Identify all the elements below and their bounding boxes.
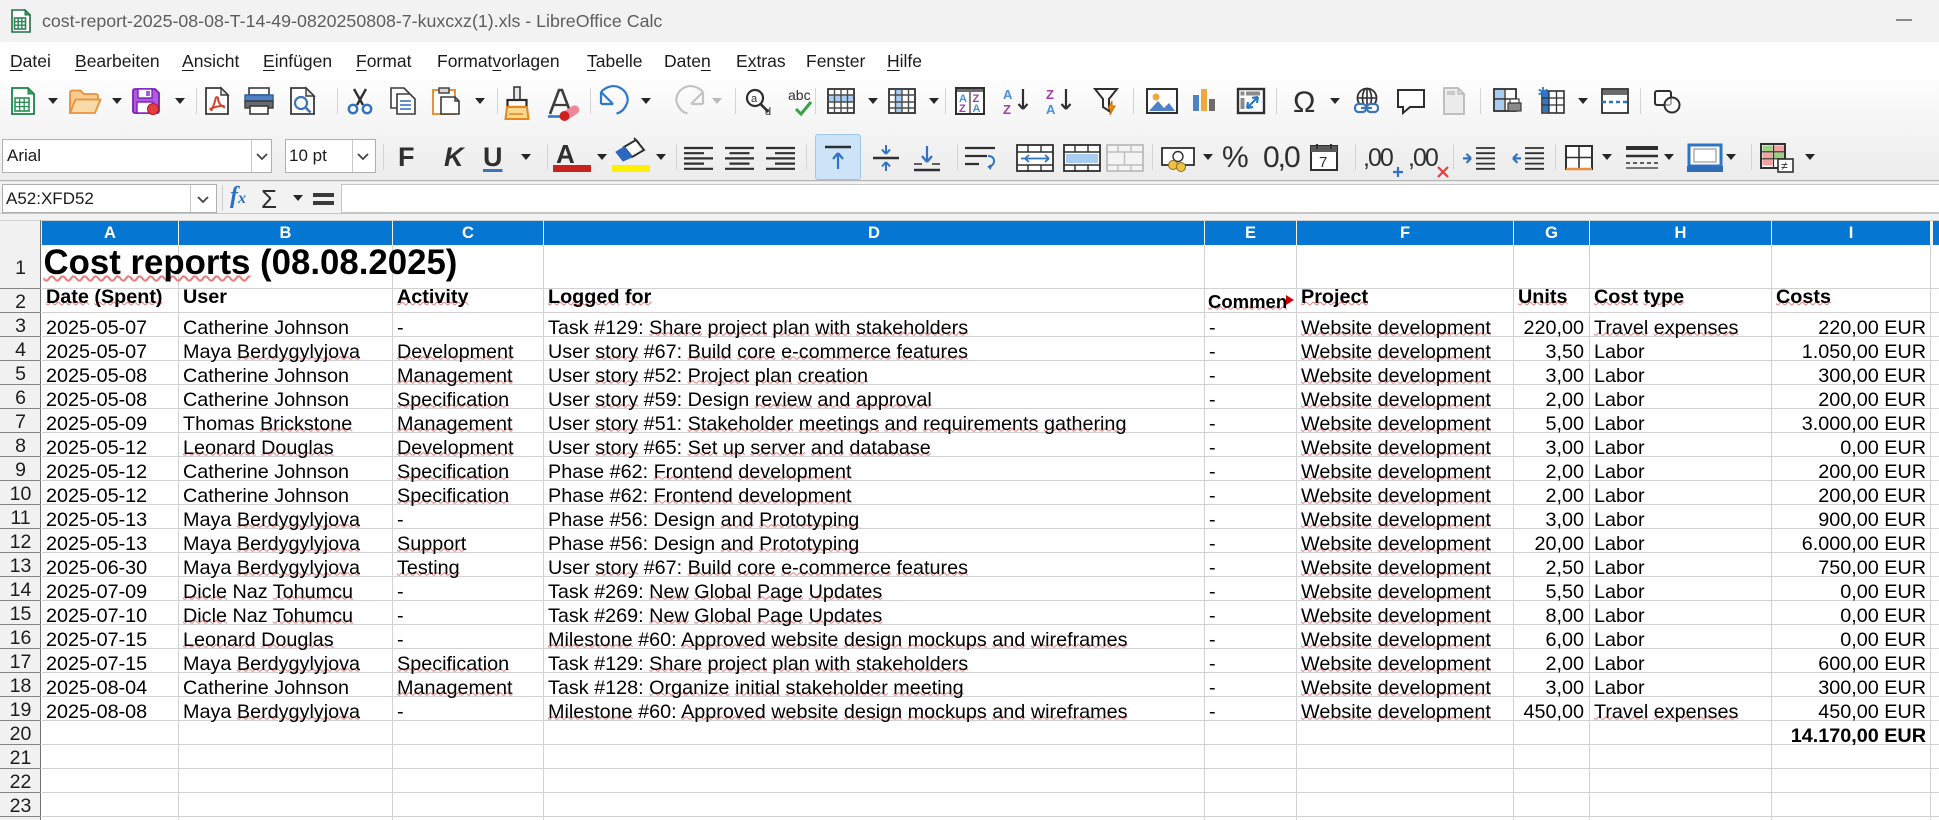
svg-text:Ω: Ω <box>1293 86 1315 119</box>
svg-text:A: A <box>1046 102 1056 117</box>
svg-text:≠: ≠ <box>1781 159 1788 173</box>
svg-text:A: A <box>1003 87 1013 102</box>
svg-text:d: d <box>765 106 771 118</box>
svg-text:abc: abc <box>788 87 811 103</box>
svg-text:7: 7 <box>1319 154 1327 171</box>
svg-text:A: A <box>973 103 981 115</box>
svg-text:Z: Z <box>1003 102 1011 117</box>
svg-text:Z: Z <box>1046 87 1054 102</box>
svg-text:a: a <box>751 93 758 105</box>
svg-text:Z: Z <box>959 103 966 115</box>
